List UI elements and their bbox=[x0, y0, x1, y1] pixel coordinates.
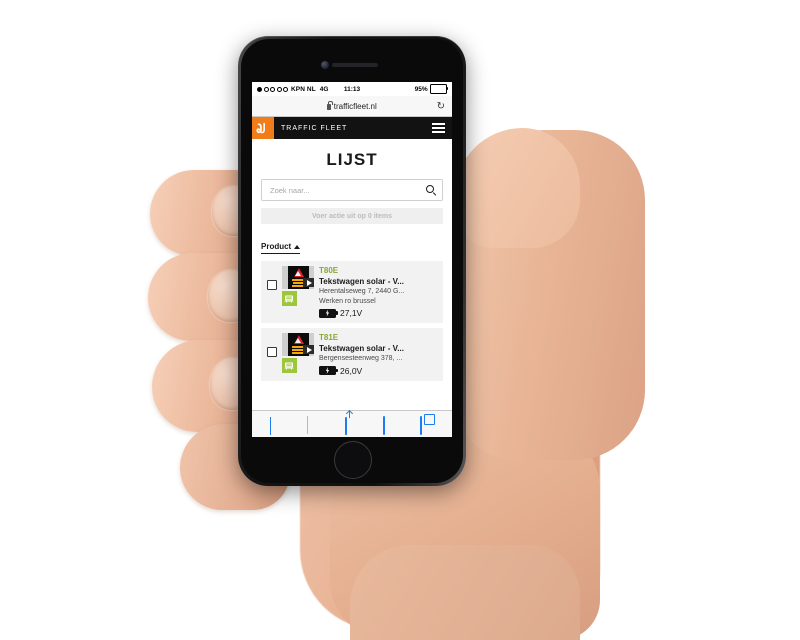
row-voltage: 26,0V bbox=[319, 366, 439, 376]
url-chip[interactable]: trafficfleet.nl bbox=[327, 101, 377, 111]
app-header: TRAFFIC FLEET bbox=[252, 117, 452, 139]
row-address: Bergensesteenweg 378, ... bbox=[319, 355, 403, 362]
play-icon[interactable] bbox=[303, 345, 314, 354]
row-thumbnail[interactable] bbox=[282, 333, 314, 356]
ios-status-bar: KPN NL 4G 11:13 95% bbox=[252, 82, 452, 96]
row-checkbox[interactable] bbox=[267, 280, 277, 290]
play-icon[interactable] bbox=[303, 278, 314, 287]
page-content: LIJST Voer actie uit op 0 items Product bbox=[252, 150, 452, 430]
trailer-icon bbox=[282, 291, 297, 306]
battery-bolt-icon bbox=[319, 366, 338, 375]
sort-label: Product bbox=[261, 242, 292, 251]
warning-triangle-icon bbox=[293, 334, 304, 344]
list-item[interactable]: T81E Tekstwagen solar - V... Bergenseste… bbox=[261, 328, 443, 381]
browser-address-bar[interactable]: trafficfleet.nl ↻ bbox=[252, 96, 452, 117]
row-product-name: Tekstwagen solar - V... bbox=[319, 344, 404, 353]
wrist bbox=[350, 545, 580, 640]
row-checkbox[interactable] bbox=[267, 347, 277, 357]
row-code: T81E bbox=[319, 333, 339, 342]
reload-icon[interactable]: ↻ bbox=[437, 101, 445, 112]
row-address: Herentalseweg 7, 2440 G... bbox=[319, 288, 405, 295]
row-note: Werken ro brussel bbox=[319, 297, 376, 305]
search-icon[interactable] bbox=[426, 185, 436, 195]
app-brand-label: TRAFFIC FLEET bbox=[281, 124, 348, 132]
earpiece-speaker bbox=[332, 63, 378, 67]
battery-status: 95% bbox=[414, 84, 449, 94]
caret-up-icon bbox=[294, 244, 301, 249]
bulk-action-button: Voer actie uit op 0 items bbox=[261, 208, 443, 224]
search-box[interactable] bbox=[261, 179, 443, 201]
row-info: T81E Tekstwagen solar - V... Bergenseste… bbox=[319, 333, 439, 376]
row-code: T80E bbox=[319, 266, 339, 275]
sort-header-row: Product bbox=[261, 236, 443, 256]
front-camera-icon bbox=[321, 61, 329, 69]
bookmarks-icon[interactable] bbox=[382, 416, 397, 435]
forward-chevron-icon bbox=[307, 416, 321, 434]
smartphone-device: KPN NL 4G 11:13 95% trafficfleet.nl ↻ TR… bbox=[238, 36, 466, 486]
row-voltage: 27,1V bbox=[319, 308, 439, 318]
sort-by-product[interactable]: Product bbox=[261, 242, 301, 254]
trafficfleet-logo-icon[interactable] bbox=[252, 117, 274, 139]
search-input[interactable] bbox=[268, 184, 426, 196]
hamburger-menu-icon[interactable] bbox=[432, 123, 445, 133]
home-button[interactable] bbox=[334, 441, 372, 479]
list-item[interactable]: T80E Tekstwagen solar - V... Herentalsew… bbox=[261, 261, 443, 323]
tabs-icon[interactable] bbox=[420, 416, 434, 435]
row-media bbox=[282, 266, 314, 306]
browser-toolbar bbox=[252, 410, 452, 437]
row-product-name: Tekstwagen solar - V... bbox=[319, 277, 404, 286]
page-title: LIJST bbox=[326, 150, 378, 169]
row-media bbox=[282, 333, 314, 373]
row-voltage-value: 27,1V bbox=[340, 308, 363, 318]
thumb-tip bbox=[455, 128, 580, 248]
warning-triangle-icon bbox=[293, 267, 304, 277]
url-text: trafficfleet.nl bbox=[333, 101, 377, 111]
row-thumbnail[interactable] bbox=[282, 266, 314, 289]
bulk-action-label: Voer actie uit op 0 items bbox=[311, 212, 392, 220]
battery-bolt-icon bbox=[319, 308, 338, 318]
trailer-icon bbox=[282, 358, 297, 373]
phone-screen: KPN NL 4G 11:13 95% trafficfleet.nl ↻ TR… bbox=[252, 82, 452, 437]
share-icon[interactable] bbox=[344, 417, 359, 435]
row-voltage-value: 26,0V bbox=[340, 365, 363, 376]
screenshot-stage: KPN NL 4G 11:13 95% trafficfleet.nl ↻ TR… bbox=[0, 0, 800, 640]
back-chevron-icon[interactable] bbox=[269, 417, 284, 435]
battery-icon bbox=[429, 84, 449, 94]
row-info: T80E Tekstwagen solar - V... Herentalsew… bbox=[319, 266, 439, 318]
lock-icon bbox=[327, 101, 333, 110]
battery-percent-label: 95% bbox=[414, 85, 428, 93]
